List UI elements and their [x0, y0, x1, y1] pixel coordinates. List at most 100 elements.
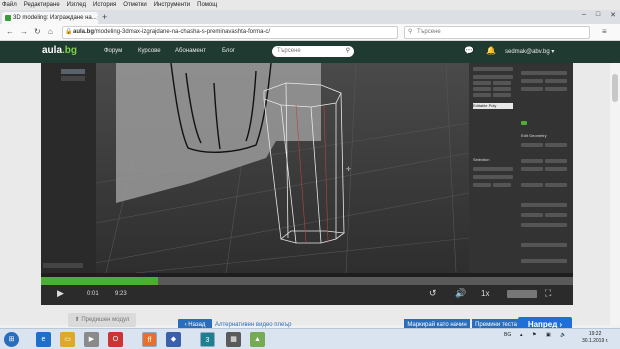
file-explorer-icon[interactable]: ▭ [60, 332, 75, 347]
video-progress-track[interactable] [41, 277, 573, 285]
close-tab-icon[interactable]: ✕ [97, 15, 98, 22]
site-search-icon[interactable]: ⚲ [346, 46, 350, 57]
panel-button [473, 81, 491, 85]
panel-button [521, 203, 567, 207]
back-arrow-icon[interactable]: ← [6, 27, 14, 36]
selection-label: Selection [473, 157, 490, 162]
site-header: aula.bg Форум Курсове Абонамент Блог Тър… [0, 41, 620, 63]
panel-button [521, 223, 567, 227]
menu-help[interactable]: Помощ [197, 2, 217, 8]
tray-arrow-icon[interactable]: ▴ [520, 332, 523, 338]
user-email-text: sedmak@abv.bg [505, 49, 550, 55]
speed-button[interactable]: 1x [481, 289, 489, 298]
menu-hamburger-icon[interactable]: ≡ [602, 27, 607, 36]
site-logo[interactable]: aula.bg [42, 45, 77, 56]
new-tab-button[interactable]: + [102, 12, 107, 22]
volume-tray-icon[interactable]: 🔈 [560, 332, 566, 338]
url-domain: aula.bg [73, 29, 95, 35]
home-icon[interactable]: ⌂ [48, 27, 53, 36]
reload-icon[interactable]: ↻ [34, 27, 41, 36]
panel-button [521, 79, 543, 83]
video-controls: ▶ 0:01 9:23 ↺ 🔊 1x ⛶ [41, 285, 573, 305]
panel-button [493, 87, 511, 91]
menu-edit[interactable]: Редактиране [24, 2, 60, 8]
prev-module-button[interactable]: ⬆ Предишен модул [68, 313, 136, 327]
clock-time: 19:22 [588, 331, 602, 337]
bell-icon[interactable]: 🔔 [486, 46, 496, 55]
video-progress-fill [41, 277, 159, 285]
media-player-icon[interactable]: ▶ [84, 332, 99, 347]
opera-icon[interactable]: O [108, 332, 123, 347]
panel-button [493, 93, 511, 97]
panel-button [521, 213, 543, 217]
panel-button [521, 87, 543, 91]
panel-button [521, 159, 543, 163]
favicon-icon [5, 15, 11, 21]
nav-courses[interactable]: Курсове [138, 48, 161, 54]
menu-file[interactable]: Файл [2, 2, 17, 8]
panel-button [545, 183, 567, 187]
volume-icon[interactable]: 🔊 [455, 288, 466, 299]
3dsmax-icon[interactable]: 3 [200, 332, 215, 347]
browser-menubar: Файл Редактиране Изглед История Отметки … [0, 0, 620, 10]
user-email[interactable]: sedmak@abv.bg ▾ [505, 48, 554, 55]
chat-icon[interactable]: 💬 [464, 46, 474, 55]
lock-icon: 🔒 [65, 29, 73, 35]
panel-button [493, 81, 511, 85]
menu-bookmarks[interactable]: Отметки [123, 2, 146, 8]
firefox-icon[interactable]: ff [142, 332, 157, 347]
network-icon[interactable]: ▣ [546, 332, 551, 338]
panel-button [545, 213, 567, 217]
rewind-icon[interactable]: ↺ [429, 288, 437, 299]
panel-button [521, 243, 567, 247]
panel-button [545, 79, 567, 83]
panel-button [473, 75, 513, 79]
panel-button [473, 93, 491, 97]
maximize-icon[interactable]: □ [596, 11, 600, 19]
edit-geometry-label: Edit Geometry [521, 133, 547, 138]
page-scrollbar[interactable] [610, 63, 620, 325]
app-icon-2[interactable]: ▦ [226, 332, 241, 347]
browser-search-placeholder: Търсене [417, 29, 441, 35]
fullscreen-icon[interactable]: ⛶ [545, 288, 551, 299]
panel-button [473, 87, 491, 91]
nav-blog[interactable]: Блог [222, 48, 235, 54]
nav-subscription[interactable]: Абонамент [175, 48, 206, 54]
panel-button [473, 183, 491, 187]
viewport-graphic: ✛ [95, 63, 470, 274]
panel-button [493, 183, 511, 187]
site-search-input[interactable]: Търсене ⚲ [272, 46, 354, 57]
menu-tools[interactable]: Инструменти [154, 2, 190, 8]
panel-button [545, 87, 567, 91]
language-indicator[interactable]: BG [504, 332, 511, 338]
url-bar[interactable]: 🔒 aula.bg/modeling-3dmax-izgrajdane-na-c… [62, 26, 398, 39]
flag-icon[interactable]: ⚑ [532, 332, 536, 338]
forward-arrow-icon[interactable]: → [20, 27, 28, 36]
svg-text:✛: ✛ [346, 166, 351, 173]
start-button-icon[interactable]: ⊞ [4, 332, 19, 347]
panel-button [521, 167, 543, 171]
menu-history[interactable]: История [93, 2, 116, 8]
scrollbar-thumb[interactable] [612, 74, 618, 102]
close-window-icon[interactable]: ✕ [610, 11, 616, 19]
nav-forum[interactable]: Форум [104, 48, 122, 54]
panel-button [521, 143, 543, 147]
play-icon[interactable]: ▶ [57, 288, 64, 299]
minimize-icon[interactable]: – [582, 11, 586, 19]
app-icon-3[interactable]: ▲ [250, 332, 265, 347]
time-current: 0:01 [87, 291, 99, 297]
video-player[interactable]: ✛ Editable Poly Edit Geometry Selection [41, 63, 573, 305]
browser-search-input[interactable]: ⚲ Търсене [404, 26, 590, 39]
panel-button [473, 167, 513, 171]
app-icon[interactable]: ◆ [166, 332, 181, 347]
quality-slider[interactable] [507, 290, 537, 298]
scene-explorer-panel [41, 63, 96, 273]
3d-viewport: ✛ [95, 63, 470, 274]
menu-view[interactable]: Изглед [67, 2, 86, 8]
windows-taskbar: ⊞ e ▭ ▶ O ff ◆ 3 ▦ ▲ BG ▴ ⚑ ▣ 🔈 19:22 30… [0, 328, 620, 349]
ie-icon[interactable]: e [36, 332, 51, 347]
browser-tab-active[interactable]: 3D modeling: Изграждане на... ✕ [2, 12, 98, 24]
system-clock[interactable]: 19:22 30.1.2019 г. [582, 331, 608, 345]
nav-bar: ← → ↻ ⌂ 🔒 aula.bg/modeling-3dmax-izgrajd… [0, 24, 620, 41]
scene-row [61, 76, 85, 81]
